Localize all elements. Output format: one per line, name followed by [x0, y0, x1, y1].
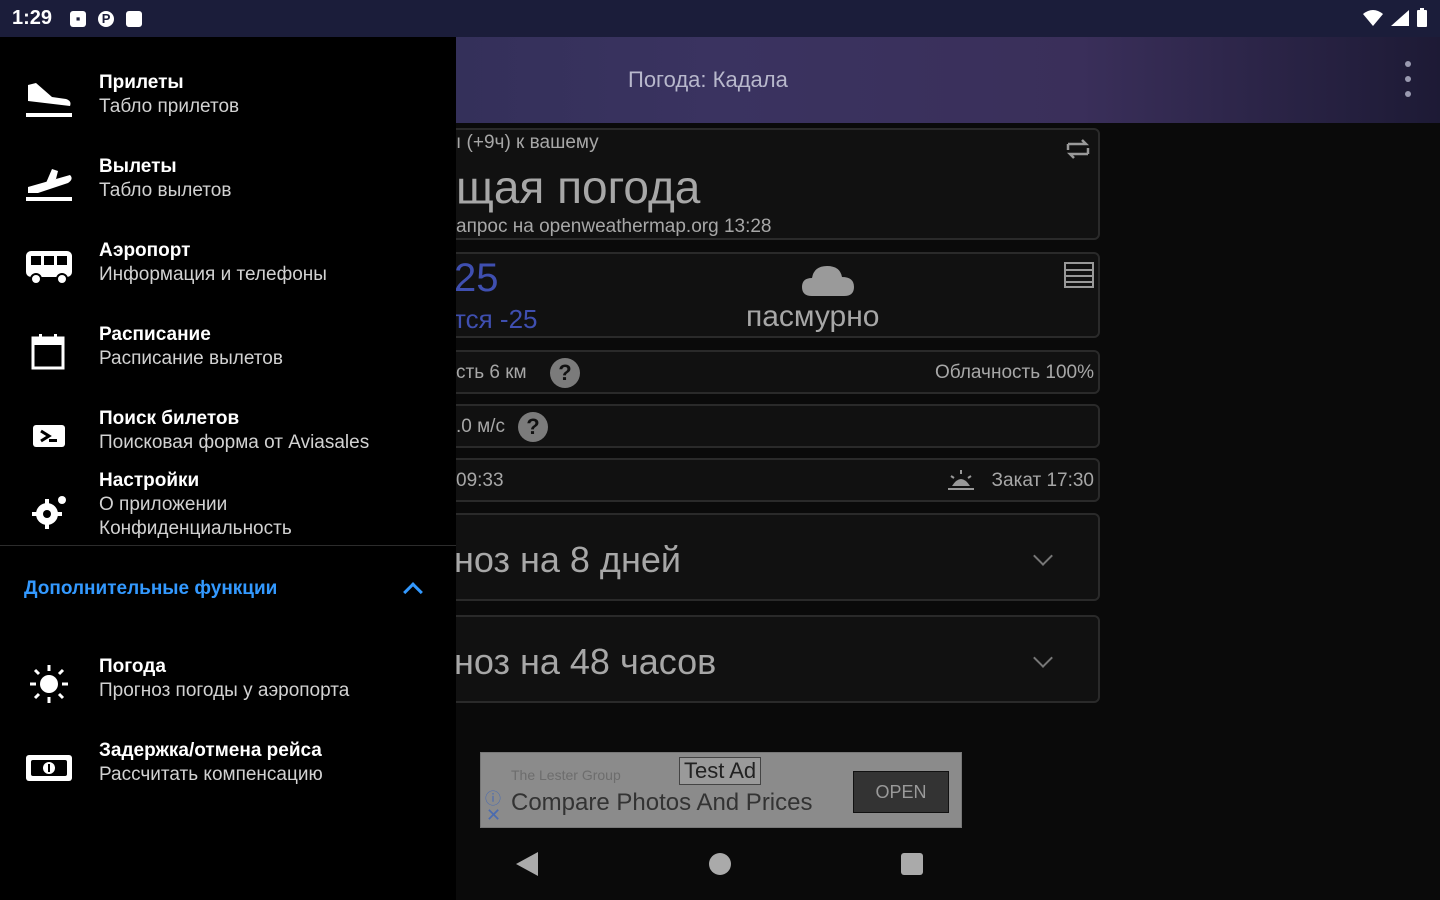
table-icon[interactable]	[1064, 262, 1094, 288]
sunset-time: Закат 17:30	[991, 470, 1094, 491]
sd-card-icon	[126, 10, 143, 27]
current-weather-card: ı (+9ч) к вашему щая погода апрос на ope…	[440, 128, 1100, 240]
current-weather-title: щая погода	[456, 161, 701, 213]
ticket-icon	[24, 415, 74, 457]
visibility: сть 6 км	[456, 362, 527, 383]
visibility-card: сть 6 км ? Облачность 100%	[440, 350, 1100, 394]
drawer-divider	[0, 545, 456, 546]
ad-advertiser: The Lester Group	[511, 767, 621, 783]
chevron-up-icon[interactable]	[403, 582, 423, 602]
drawer-item-title: Прилеты	[99, 72, 184, 93]
status-right	[1362, 8, 1428, 28]
drawer-item-delay-compensation[interactable]: Задержка/отмена рейса Рассчитать компенс…	[0, 725, 456, 809]
drawer-item-subtitle: Рассчитать компенсацию	[99, 764, 323, 785]
feels-like: тся -25	[454, 304, 538, 334]
forecast-8-days[interactable]: ноз на 8 дней	[440, 513, 1100, 601]
airplane-landing-icon	[24, 79, 74, 121]
drawer-item-airport[interactable]: Аэропорт Информация и телефоны	[0, 225, 456, 309]
drawer-item-title: Поиск билетов	[99, 408, 240, 429]
screen: 1:29 ▪ P Погода: Кадала ı (+9ч) к вашему…	[0, 0, 1440, 900]
signal-icon	[1391, 10, 1409, 26]
status-time: 1:29	[12, 7, 53, 29]
calendar-icon	[24, 331, 74, 373]
p-icon: P	[98, 10, 115, 27]
app-bar-title: Погода: Кадала	[628, 67, 788, 92]
drawer-item-title: Погода	[99, 656, 166, 677]
drawer-item-departures[interactable]: Вылеты Табло вылетов	[0, 141, 456, 225]
temperature-card: 25 тся -25 пасмурно	[440, 252, 1100, 338]
notification-icon: ▪	[70, 10, 87, 27]
drawer-item-ticket-search[interactable]: Поиск билетов Поисковая форма от Aviasal…	[0, 393, 456, 477]
sunset-icon	[948, 470, 974, 490]
timezone-note: ı (+9ч) к вашему	[456, 132, 599, 153]
wifi-icon	[1363, 10, 1383, 26]
temperature-value: 25	[454, 256, 499, 300]
navigation-drawer: Прилеты Табло прилетов Вылеты Табло выле…	[0, 37, 456, 900]
back-button[interactable]	[516, 852, 538, 876]
drawer-item-title: Вылеты	[99, 156, 177, 177]
privacy-link[interactable]: Конфиденциальность	[99, 518, 292, 540]
forecast-48-hours[interactable]: ноз на 48 часов	[440, 615, 1100, 703]
forecast-8-days-title: ноз на 8 дней	[454, 539, 681, 580]
drawer-item-title: Настройки	[99, 470, 200, 491]
ad-banner[interactable]: ⓘ ✕ The Lester Group Test Ad Compare Pho…	[480, 752, 962, 828]
drawer-item-settings[interactable]: Настройки О приложении Конфиденциальност…	[0, 467, 456, 545]
weather-condition: пасмурно	[746, 300, 880, 333]
sun-card: 09:33 Закат 17:30	[440, 458, 1100, 502]
drawer-item-title: Задержка/отмена рейса	[99, 740, 322, 761]
sunrise-time: 09:33	[456, 470, 504, 491]
about-link[interactable]: О приложении	[99, 494, 227, 516]
drawer-item-subtitle: Информация и телефоны	[99, 264, 327, 285]
airplane-takeoff-icon	[24, 163, 74, 205]
refresh-icon[interactable]	[1064, 134, 1092, 164]
cloudiness: Облачность 100%	[935, 362, 1094, 383]
drawer-item-subtitle: Расписание вылетов	[99, 348, 283, 369]
chevron-down-icon[interactable]	[1033, 648, 1053, 668]
drawer-item-schedule[interactable]: Расписание Расписание вылетов	[0, 309, 456, 393]
money-icon	[24, 747, 74, 789]
visibility-help-icon[interactable]: ?	[550, 358, 580, 388]
wind-card: .0 м/с ?	[440, 404, 1100, 448]
sun-icon	[24, 663, 74, 705]
cloud-icon	[802, 266, 854, 296]
wind-help-icon[interactable]: ?	[518, 412, 548, 442]
drawer-item-subtitle: Поисковая форма от Aviasales	[99, 432, 370, 453]
wind-speed: .0 м/с	[456, 416, 505, 437]
home-button[interactable]	[709, 853, 731, 875]
status-bar: 1:29 ▪ P	[0, 0, 1440, 37]
drawer-item-title: Аэропорт	[99, 240, 191, 261]
drawer-item-title: Расписание	[99, 324, 211, 345]
gear-icon	[24, 491, 74, 533]
bus-icon	[24, 247, 74, 289]
drawer-item-subtitle: Табло прилетов	[99, 96, 240, 117]
drawer-item-subtitle: Табло вылетов	[99, 180, 232, 201]
ad-headline: Compare Photos And Prices	[511, 789, 813, 816]
more-options-icon[interactable]	[1404, 61, 1412, 97]
drawer-item-arrivals[interactable]: Прилеты Табло прилетов	[0, 57, 456, 141]
battery-icon	[1417, 8, 1427, 27]
drawer-item-weather[interactable]: Погода Прогноз погоды у аэропорта	[0, 641, 456, 725]
ad-close-icon[interactable]: ✕	[486, 805, 501, 826]
forecast-48-hours-title: ноз на 48 часов	[454, 641, 717, 682]
chevron-down-icon[interactable]	[1033, 546, 1053, 566]
ad-open-button[interactable]: OPEN	[853, 771, 949, 813]
recents-button[interactable]	[901, 853, 923, 875]
request-info: апрос на openweathermap.org 13:28	[456, 216, 772, 237]
ad-test-badge: Test Ad	[679, 757, 762, 785]
extra-functions-header[interactable]: Дополнительные функции	[24, 578, 277, 600]
drawer-item-subtitle: Прогноз погоды у аэропорта	[99, 680, 350, 701]
